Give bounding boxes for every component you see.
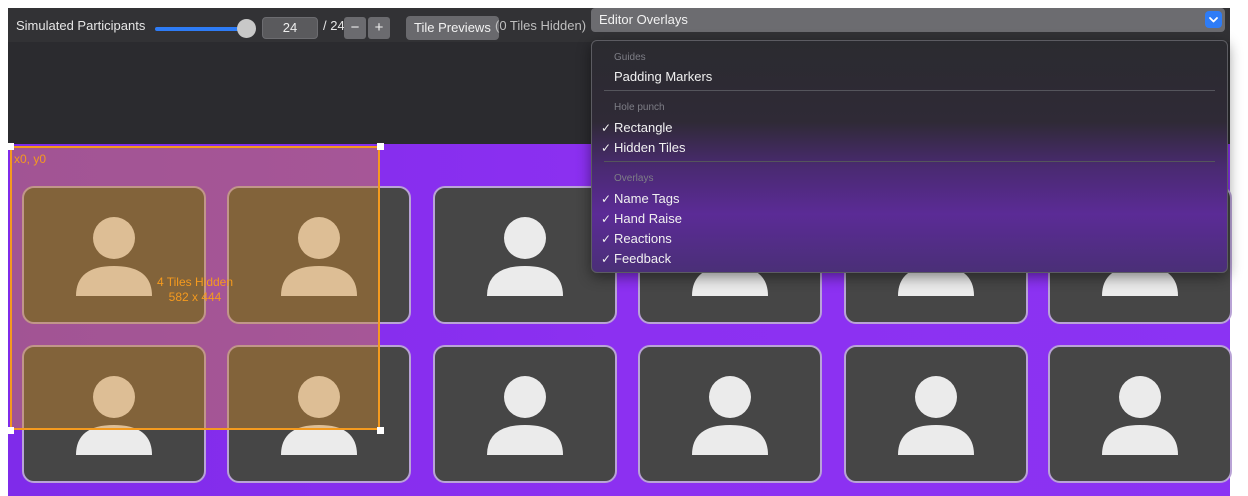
menu-item-name-tags[interactable]: Name Tags [614,191,680,206]
checkmark-icon: ✓ [601,141,612,155]
resize-handle-bottom-left[interactable] [7,427,14,434]
checkmark-icon: ✓ [601,232,612,246]
origin-label: x0, y0 [14,152,47,166]
person-icon [898,376,974,455]
increment-button[interactable]: + [368,17,390,39]
checkmark-icon: ✓ [601,192,612,206]
participant-tile[interactable] [638,345,822,483]
menu-item-reactions[interactable]: Reactions [614,231,672,246]
menu-item-hidden-tiles[interactable]: Hidden Tiles [614,140,686,155]
tile-previews-button[interactable]: Tile Previews [406,16,499,40]
menu-separator [604,90,1215,91]
participants-total: / 24 [323,18,345,33]
menu-item-padding-markers[interactable]: Padding Markers [614,69,712,84]
overlays-select-value: Editor Overlays [599,12,688,27]
menu-header-guides: Guides [614,52,646,63]
menu-item-hand-raise[interactable]: Hand Raise [614,211,682,226]
person-icon [487,376,563,455]
person-icon [487,217,563,296]
participant-tile[interactable] [844,345,1028,483]
menu-item-rectangle[interactable]: Rectangle [614,120,673,135]
menu-separator [604,161,1215,162]
resize-handle-top-left[interactable] [7,143,14,150]
editor-overlays-select[interactable]: Editor Overlays [591,8,1225,32]
checkmark-icon: ✓ [601,212,612,226]
hidden-region-info: 4 Tiles Hidden 582 x 444 [140,275,250,305]
slider-thumb[interactable] [237,19,256,38]
hidden-count-text: (0 Tiles Hidden) [495,18,587,33]
slider-track[interactable] [155,27,245,31]
decrement-button[interactable]: − [344,17,366,39]
hidden-tiles-text: 4 Tiles Hidden [156,275,234,289]
person-icon [692,376,768,455]
checkmark-icon: ✓ [601,252,612,266]
checkmark-icon: ✓ [601,121,612,135]
menu-item-feedback[interactable]: Feedback [614,251,671,266]
menu-header-hole-punch: Hole punch [614,102,665,113]
participant-tile[interactable] [1048,345,1232,483]
participant-tile[interactable] [433,186,617,324]
participant-tile[interactable] [433,345,617,483]
resize-handle-bottom-right[interactable] [377,427,384,434]
editor-overlays-menu: Guides Padding Markers Hole punch ✓ Rect… [591,40,1228,273]
hidden-size-text: 582 x 444 [168,290,222,304]
person-icon [1102,376,1178,455]
participants-label: Simulated Participants [16,18,146,33]
menu-header-overlays: Overlays [614,173,654,184]
resize-handle-top-right[interactable] [377,143,384,150]
chevron-down-icon[interactable] [1205,11,1222,28]
participants-input[interactable]: 24 [262,17,318,39]
